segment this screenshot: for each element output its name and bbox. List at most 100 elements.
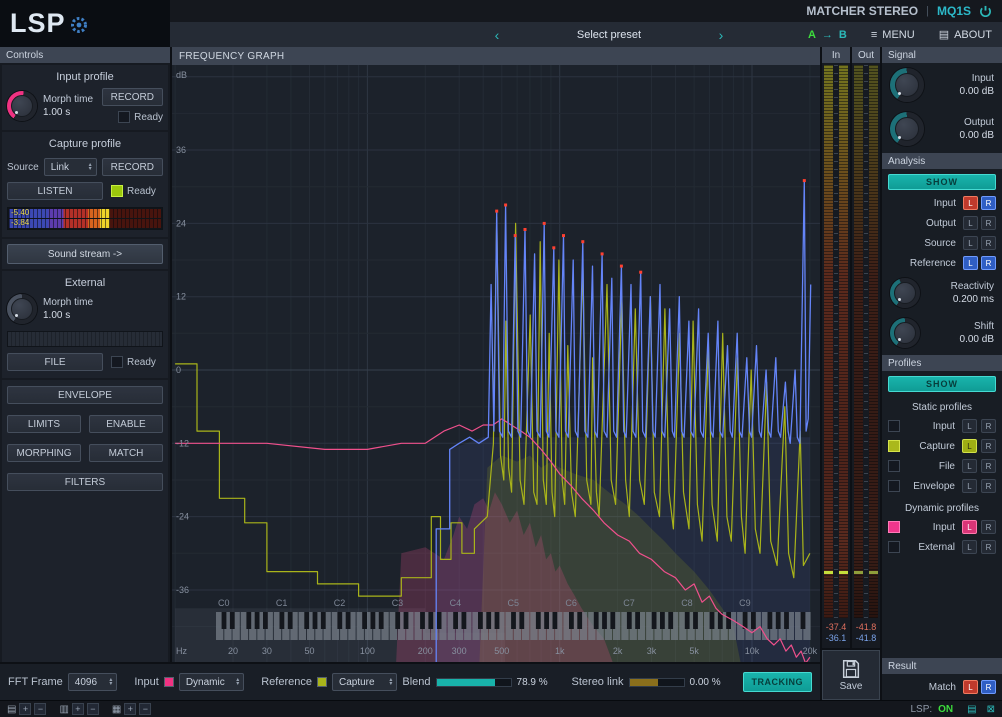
zoom-in-button[interactable]: + [124,703,136,715]
reactivity-knob[interactable] [890,278,920,308]
static-envelope-left-toggle[interactable]: L [962,479,977,493]
about-label: ABOUT [954,29,992,41]
input-profile-title: Input profile [7,69,163,88]
menu-button[interactable]: ≡ MENU [871,29,915,41]
dynamic-input-left-toggle[interactable]: L [962,520,977,534]
analysis-source-left-toggle[interactable]: L [963,236,978,250]
fft-frame-select[interactable]: 4096 [68,673,118,691]
match-left-toggle[interactable]: L [963,680,978,694]
dynamic-external-checkbox[interactable] [888,541,900,553]
output-gain-labels: Output 0.00 dB [932,117,994,141]
input-mode-value: Dynamic [186,677,231,688]
static-file-checkbox[interactable] [888,460,900,472]
result-title: Result [888,661,916,672]
analysis-row-reference: Reference L R [882,253,1002,273]
close-icon[interactable]: ⊠ [987,704,995,715]
external-ready-checkbox[interactable] [111,356,123,368]
analysis-reference-left-toggle[interactable]: L [963,256,978,270]
dynamic-input-right-toggle[interactable]: R [981,520,996,534]
static-capture-left-toggle[interactable]: L [962,439,977,453]
static-file-left-toggle[interactable]: L [962,459,977,473]
stereo-link-slider[interactable] [629,678,685,687]
capture-ready-indicator[interactable] [111,185,123,197]
analysis-input-left-toggle[interactable]: L [963,196,978,210]
dynamic-profile-row-input: Input L R [882,517,1002,537]
svg-text:300: 300 [452,646,467,656]
input-morph-time-knob[interactable] [7,91,37,121]
source-label: Source [7,162,39,173]
static-envelope-right-toggle[interactable]: R [981,479,996,493]
sound-stream-button[interactable]: Sound stream -> [7,244,163,264]
ab-a-button[interactable]: A [808,29,816,41]
zoom-out-button[interactable]: − [139,703,151,715]
zoom-in-button[interactable]: + [72,703,84,715]
input-mode-select[interactable]: Dynamic [179,673,244,691]
shift-knob[interactable] [890,318,920,348]
limits-button[interactable]: LIMITS [7,415,81,433]
window-header: LSP MATCHER STEREO | MQ1S ‹ Select prese… [0,0,1002,47]
input-gain-knob[interactable] [890,68,924,102]
log-icon[interactable]: ▤ [967,704,976,715]
listen-button[interactable]: LISTEN [7,182,103,200]
static-capture-checkbox[interactable] [888,440,900,452]
source-select[interactable]: Link [44,158,97,176]
static-capture-right-toggle[interactable]: R [981,439,996,453]
zoom-out-button[interactable]: − [87,703,99,715]
dynamic-external-right-toggle[interactable]: R [981,540,996,554]
menu-label: MENU [882,29,914,41]
file-button[interactable]: FILE [7,353,103,371]
static-input-left-toggle[interactable]: L [962,419,977,433]
external-morph-labels: Morph time 1.00 s [43,297,93,321]
morphing-button[interactable]: MORPHING [7,444,81,462]
external-morph-time-knob[interactable] [7,294,37,324]
analysis-show-button[interactable]: SHOW [888,174,996,190]
ab-copy-arrow-button[interactable]: → [822,29,833,41]
output-gain-knob[interactable] [890,112,924,146]
dynamic-external-left-toggle[interactable]: L [962,540,977,554]
static-profile-row-envelope: Envelope L R [882,476,1002,496]
output-gain-value: 0.00 dB [960,130,994,141]
analysis-output-left-toggle[interactable]: L [963,216,978,230]
input-meter: In -37.4 -36.1 [822,47,850,648]
profiles-show-button[interactable]: SHOW [888,376,996,392]
svg-text:30: 30 [262,646,272,656]
dynamic-profile-row-external: External L R [882,537,1002,557]
static-envelope-label: Envelope [904,481,958,492]
analysis-reference-right-toggle[interactable]: R [981,256,996,270]
preset-next-button[interactable]: › [714,27,728,43]
about-button[interactable]: ▤ ABOUT [939,28,992,41]
analysis-output-right-toggle[interactable]: R [981,216,996,230]
static-input-right-toggle[interactable]: R [981,419,996,433]
filters-button[interactable]: FILTERS [7,473,163,491]
preset-prev-button[interactable]: ‹ [490,27,504,43]
frequency-graph-header: FREQUENCY GRAPH [172,47,820,65]
tracking-button[interactable]: TRACKING [743,672,813,692]
capture-record-button[interactable]: RECORD [102,158,163,176]
power-icon[interactable] [979,5,992,18]
static-file-right-toggle[interactable]: R [981,459,996,473]
reference-mode-select[interactable]: Capture [332,673,397,691]
svg-text:1k: 1k [555,646,565,656]
match-button[interactable]: MATCH [89,444,163,462]
zoom-out-button[interactable]: − [34,703,46,715]
analysis-source-right-toggle[interactable]: R [981,236,996,250]
save-button[interactable]: Save [822,650,880,700]
enable-button[interactable]: ENABLE [89,415,163,433]
frequency-graph-title: FREQUENCY GRAPH [179,51,284,62]
zoom-in-button[interactable]: + [19,703,31,715]
static-envelope-checkbox[interactable] [888,480,900,492]
preset-selector[interactable]: Select preset [514,29,704,41]
frequency-graph[interactable]: C0C1C2C3C4C5C6C7C8C9dB3624120-12-24-36Hz… [172,65,820,662]
blend-slider[interactable] [436,678,512,687]
match-right-toggle[interactable]: R [981,680,996,694]
static-input-checkbox[interactable] [888,420,900,432]
ab-b-button[interactable]: B [839,29,847,41]
plugin-id: MQ1S [937,4,971,18]
input-gain-value: 0.00 dB [960,86,994,97]
controls-title: Controls [6,50,43,61]
input-ready-checkbox[interactable] [118,111,130,123]
envelope-button[interactable]: ENVELOPE [7,386,163,404]
dynamic-input-checkbox[interactable] [888,521,900,533]
input-record-button[interactable]: RECORD [102,88,163,106]
analysis-input-right-toggle[interactable]: R [981,196,996,210]
